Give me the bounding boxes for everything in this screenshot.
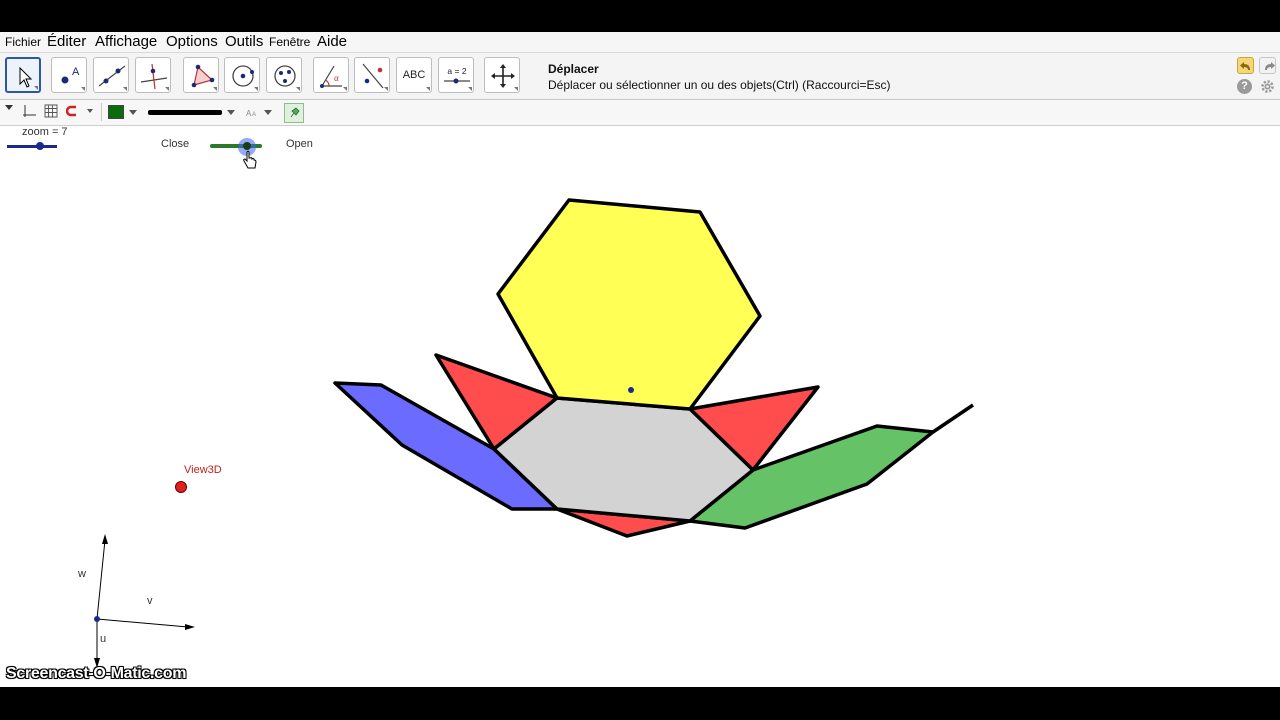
svg-text:A: A <box>72 66 80 78</box>
perpendicular-tool[interactable] <box>135 57 171 93</box>
circle-three-points-tool[interactable] <box>266 57 302 93</box>
slider-icon-label: a = 2 <box>447 66 466 76</box>
polygon-tool[interactable] <box>183 57 219 93</box>
label-style-icon[interactable]: AA <box>245 105 275 119</box>
move-view-tool[interactable] <box>484 57 520 93</box>
axis-u-label: u <box>100 633 107 645</box>
toolbar: A α ABC a = 2 Déplacer Déplacer ou sélec… <box>0 53 1280 100</box>
undo-icon <box>1240 62 1250 70</box>
point-tool[interactable]: A <box>51 57 87 93</box>
tool-help-title: Déplacer <box>548 62 599 76</box>
stylebar-toggle-icon[interactable] <box>4 103 14 111</box>
redo-button[interactable] <box>1259 57 1276 74</box>
view3d-point[interactable] <box>175 481 187 493</box>
menu-fichier[interactable]: Fichier <box>5 35 41 49</box>
face-edge-segment <box>932 403 974 434</box>
line-tool[interactable] <box>93 57 129 93</box>
style-bar: AA <box>0 100 1280 126</box>
help-button[interactable]: ? <box>1237 79 1252 94</box>
undo-button[interactable] <box>1237 57 1254 74</box>
line-style-dropdown-icon[interactable] <box>226 109 236 116</box>
menu-fenetre[interactable]: Fenêtre <box>269 35 310 49</box>
move-tool[interactable] <box>5 57 41 93</box>
color-swatch[interactable] <box>108 105 124 119</box>
angle-tool[interactable]: α <box>313 57 349 93</box>
axes-origin-point[interactable] <box>94 616 100 622</box>
geogebra-window: Fichier Éditer Affichage Options Outils … <box>0 32 1280 687</box>
center-point[interactable] <box>628 387 634 393</box>
axis-v-label: v <box>147 595 153 607</box>
svg-text:A: A <box>252 112 256 118</box>
v-axis <box>96 618 189 628</box>
axis-w-label: w <box>78 568 86 580</box>
net-drawing <box>94 198 974 668</box>
help-icon: ? <box>1241 80 1248 92</box>
circle-tool[interactable] <box>224 57 260 93</box>
line-style-preview[interactable] <box>148 110 222 115</box>
hexagon-face-top[interactable] <box>496 198 762 411</box>
menu-editer[interactable]: Éditer <box>47 33 86 50</box>
slider-tool[interactable]: a = 2 <box>438 57 474 93</box>
reflect-tool[interactable] <box>354 57 390 93</box>
screencast-watermark: Screencast-O-Matic.com <box>6 665 187 682</box>
axes-toggle-icon[interactable] <box>22 104 36 118</box>
text-tool[interactable]: ABC <box>396 57 432 93</box>
grid-toggle-icon[interactable] <box>44 104 58 118</box>
menu-outils[interactable]: Outils <box>225 33 263 50</box>
menu-aide[interactable]: Aide <box>317 33 347 50</box>
menu-options[interactable]: Options <box>166 33 218 50</box>
menu-affichage[interactable]: Affichage <box>95 33 157 50</box>
gear-icon <box>1261 80 1274 93</box>
svg-text:α: α <box>334 73 339 83</box>
settings-button[interactable] <box>1260 79 1275 94</box>
color-dropdown-icon[interactable] <box>128 109 138 116</box>
graphics-view[interactable]: zoom = 7 Close Open View3D w v u <box>0 126 1280 687</box>
magnet-icon[interactable] <box>66 104 94 118</box>
tool-help-text: Déplacer ou sélectionner un ou des objet… <box>548 78 891 92</box>
redo-icon <box>1265 62 1275 70</box>
menu-bar: Fichier Éditer Affichage Options Outils … <box>0 32 1280 53</box>
pin-icon <box>290 107 300 118</box>
w-axis <box>96 539 106 620</box>
view3d-label: View3D <box>184 464 222 476</box>
pin-button[interactable] <box>284 103 304 123</box>
